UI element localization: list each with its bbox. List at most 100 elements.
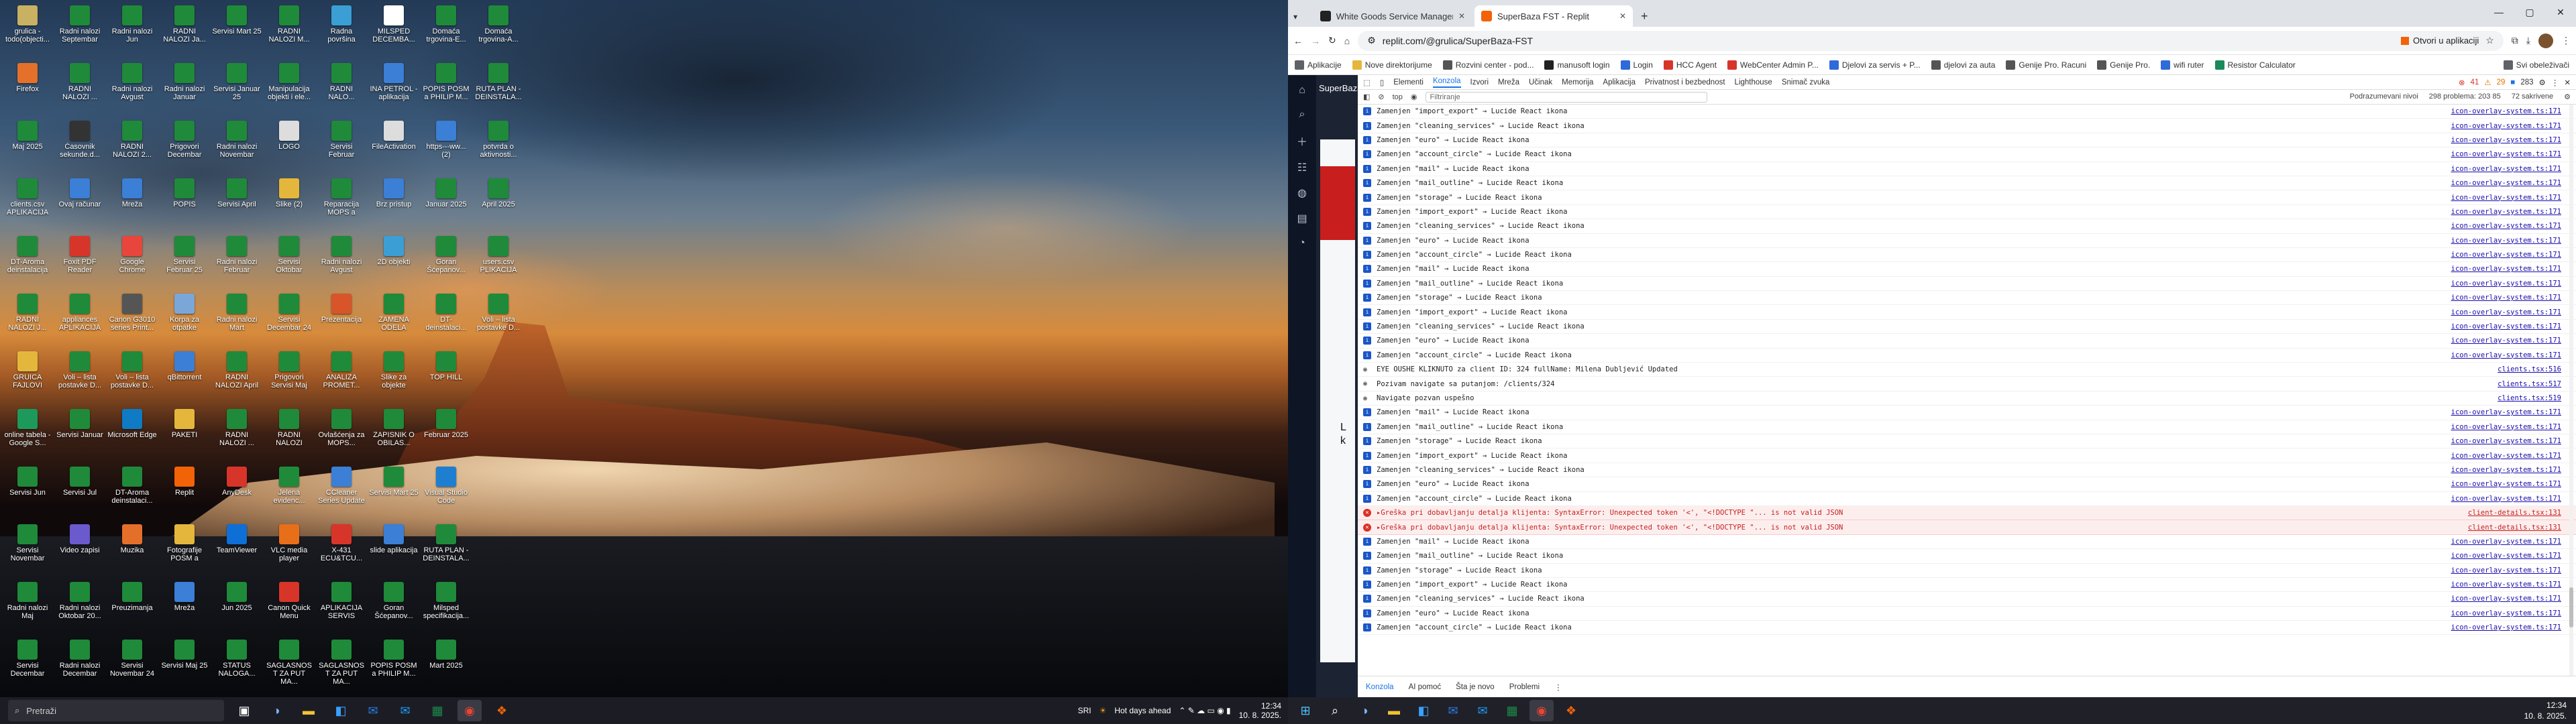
- clock-left[interactable]: 12:34 10. 8. 2025.: [1239, 701, 1281, 720]
- desktop-icon[interactable]: Fotografije POSM a: [160, 523, 209, 572]
- devtools-tab[interactable]: Učinak: [1529, 78, 1552, 86]
- desktop-icon[interactable]: grulica - todo(objecti...: [3, 4, 52, 54]
- outlook-icon[interactable]: ✉: [1441, 700, 1465, 721]
- desktop-icon[interactable]: GRUICA FAJLOVI: [3, 350, 52, 400]
- devtools-tab[interactable]: Konzola: [1432, 77, 1461, 88]
- desktop-icon[interactable]: Muzika: [107, 523, 157, 572]
- drawer-tab[interactable]: Problemi: [1509, 683, 1540, 691]
- desktop-icon[interactable]: Jelena evidenc...: [264, 465, 314, 515]
- back-icon[interactable]: ←: [1293, 36, 1303, 46]
- console-log-row[interactable]: i Zamenjen "mail_outline" → Lucide React …: [1358, 176, 2576, 191]
- console-log-row[interactable]: i Zamenjen "import_export" → Lucide React…: [1358, 205, 2576, 220]
- desktop-icon[interactable]: Časovnik sekunde.d...: [55, 119, 105, 169]
- console-log-row[interactable]: i Zamenjen "import_export" → Lucide React…: [1358, 578, 2576, 593]
- new-tab-button[interactable]: +: [1635, 5, 1654, 27]
- plus-icon[interactable]: ＋: [1297, 133, 1307, 149]
- desktop-icon[interactable]: Domaća trgovina-E...: [421, 4, 471, 54]
- menu-icon[interactable]: ⋮: [2561, 35, 2571, 46]
- desktop-icon[interactable]: LOGO: [264, 119, 314, 169]
- source-link[interactable]: icon-overlay-system.ts:171: [2451, 452, 2561, 460]
- source-link[interactable]: icon-overlay-system.ts:171: [2451, 107, 2561, 115]
- desktop-icon[interactable]: Radni nalozi Avgust: [317, 235, 366, 284]
- source-link[interactable]: icon-overlay-system.ts:171: [2451, 280, 2561, 288]
- profile-avatar[interactable]: [2538, 33, 2553, 48]
- console-log-row[interactable]: i Zamenjen "mail" → Lucide React ikona ico…: [1358, 406, 2576, 420]
- excel-icon[interactable]: ▦: [425, 700, 449, 721]
- console-log-row[interactable]: ◉ Pozivam navigate sa putanjom: /clients/…: [1358, 377, 2576, 391]
- devtools-tab[interactable]: Mreža: [1498, 78, 1519, 86]
- desktop-icon[interactable]: Firefox: [3, 62, 52, 111]
- chrome-icon[interactable]: ◉: [458, 700, 482, 721]
- desktop-icon[interactable]: Radni nalozi Januar: [160, 62, 209, 111]
- download-icon[interactable]: ⤓: [2526, 35, 2530, 46]
- desktop-icon[interactable]: Radni nalozi Februar: [212, 235, 262, 284]
- copilot-icon[interactable]: ◑: [264, 700, 288, 721]
- drawer-menu-icon[interactable]: ⋮: [1554, 682, 1562, 692]
- desktop-icon[interactable]: Radni nalozi Avgust: [107, 62, 157, 111]
- desktop-icon[interactable]: AnyDesk: [212, 465, 262, 515]
- more-icon[interactable]: ⋮: [2551, 78, 2559, 87]
- desktop-icon[interactable]: RADNI NALOZI April: [212, 350, 262, 400]
- source-link[interactable]: icon-overlay-system.ts:171: [2451, 165, 2561, 173]
- desktop-icon[interactable]: RADNI NALOZI ...: [212, 408, 262, 457]
- console-log-row[interactable]: ◉ EYE OUSHE KLIKNUTO za client ID: 324 fu…: [1358, 363, 2576, 377]
- source-link[interactable]: icon-overlay-system.ts:171: [2451, 495, 2561, 503]
- bookmark-item[interactable]: djelovi za auta: [1931, 60, 1995, 70]
- tab-replit[interactable]: SuperBaza FST - Replit ✕: [1474, 5, 1633, 27]
- console-log-row[interactable]: i Zamenjen "account_circle" → Lucide Reac…: [1358, 248, 2576, 263]
- omnibox[interactable]: ⚙ replit.com/@grulica/SuperBaza-FST Otvo…: [1358, 30, 2504, 51]
- desktop-icon[interactable]: Ovaj računar: [55, 177, 105, 227]
- source-link[interactable]: clients.tsx:519: [2498, 394, 2561, 402]
- bookmark-item[interactable]: HCC Agent: [1663, 60, 1717, 70]
- desktop-icon[interactable]: PAKETI: [160, 408, 209, 457]
- taskbar-search-box[interactable]: ⌕ Pretraži: [8, 700, 224, 721]
- sidebar-toggle-icon[interactable]: ◧: [1363, 93, 1370, 101]
- desktop-icon[interactable]: Manipulacija objekti i ele...: [264, 62, 314, 111]
- close-icon[interactable]: ✕: [2564, 78, 2571, 87]
- desktop-icon[interactable]: Google Chrome: [107, 235, 157, 284]
- desktop-icon[interactable]: Radni nalozi Mart: [212, 292, 262, 342]
- bookmark-item[interactable]: Aplikacije: [1295, 60, 1342, 70]
- file-explorer-icon[interactable]: ▬: [1382, 700, 1406, 721]
- search-icon[interactable]: ⌕: [1299, 109, 1305, 121]
- desktop-icon[interactable]: Radni nalozi Novembar: [212, 119, 262, 169]
- desktop-icon[interactable]: Visual Studio Code: [421, 465, 471, 515]
- clock-right[interactable]: 12:34 10. 8. 2025.: [2524, 700, 2567, 721]
- desktop-icon[interactable]: RADNI NALOZI Ja...: [160, 4, 209, 54]
- tray-icons[interactable]: ⌃ ✎ ☁ ▭ ◉ ▮: [1179, 706, 1230, 715]
- desktop-icon[interactable]: Canon Quick Menu: [264, 581, 314, 630]
- desktop-icon[interactable]: Radni nalozi Jun: [107, 4, 157, 54]
- console-log-row[interactable]: i Zamenjen "account_circle" → Lucide Reac…: [1358, 147, 2576, 162]
- desktop-icon[interactable]: https---ww... (2): [421, 119, 471, 169]
- devtools-tab[interactable]: Elementi: [1393, 78, 1424, 86]
- desktop-icon[interactable]: POPIS: [160, 177, 209, 227]
- close-window-icon[interactable]: ✕: [2545, 0, 2576, 27]
- device-icon[interactable]: ▯: [1380, 78, 1384, 87]
- console-log-row[interactable]: i Zamenjen "mail" → Lucide React ikona ico…: [1358, 535, 2576, 550]
- devtools-counts[interactable]: ⊗ 41 ⚠ 29 ■ 283 ⚙ ⋮ ✕: [2459, 78, 2571, 87]
- desktop-icon[interactable]: Korpa za otpatke: [160, 292, 209, 342]
- console-log-row[interactable]: i Zamenjen "storage" → Lucide React ikona…: [1358, 564, 2576, 578]
- desktop-icon[interactable]: Goran Šćepanov...: [421, 235, 471, 284]
- desktop-icon[interactable]: Servisi Decembar 24: [264, 292, 314, 342]
- desktop-icon[interactable]: Slike za objekte: [369, 350, 419, 400]
- extensions-icon[interactable]: ⧉: [2512, 35, 2518, 46]
- devtools-tab[interactable]: Aplikacija: [1603, 78, 1635, 86]
- language-indicator[interactable]: SRI: [1078, 706, 1091, 715]
- source-link[interactable]: icon-overlay-system.ts:171: [2451, 150, 2561, 158]
- book-icon[interactable]: ▤: [1297, 212, 1307, 225]
- chrome-icon[interactable]: ◉: [1529, 700, 1554, 721]
- open-in-app-button[interactable]: Otvori u aplikaciji: [2400, 36, 2479, 46]
- bookmark-item[interactable]: Genije Pro. Racuni: [2006, 60, 2086, 70]
- desktop-icon[interactable]: Radna površina: [317, 4, 366, 54]
- reload-icon[interactable]: ↻: [1328, 35, 1336, 46]
- desktop-icon[interactable]: Servisi Januar: [55, 408, 105, 457]
- settings-icon[interactable]: ⚙: [2564, 93, 2571, 101]
- desktop-icon[interactable]: Servisi Oktobar: [264, 235, 314, 284]
- source-link[interactable]: icon-overlay-system.ts:171: [2451, 237, 2561, 245]
- devtools-tab[interactable]: Privatnost i bezbednost: [1645, 78, 1725, 86]
- console-log-row[interactable]: i Zamenjen "mail" → Lucide React ikona ico…: [1358, 262, 2576, 277]
- desktop-icon[interactable]: DT-Aroma deinstalacija: [3, 235, 52, 284]
- source-link[interactable]: client-details.tsx:131: [2468, 509, 2561, 517]
- desktop-icon[interactable]: ANALIZA PROMET...: [317, 350, 366, 400]
